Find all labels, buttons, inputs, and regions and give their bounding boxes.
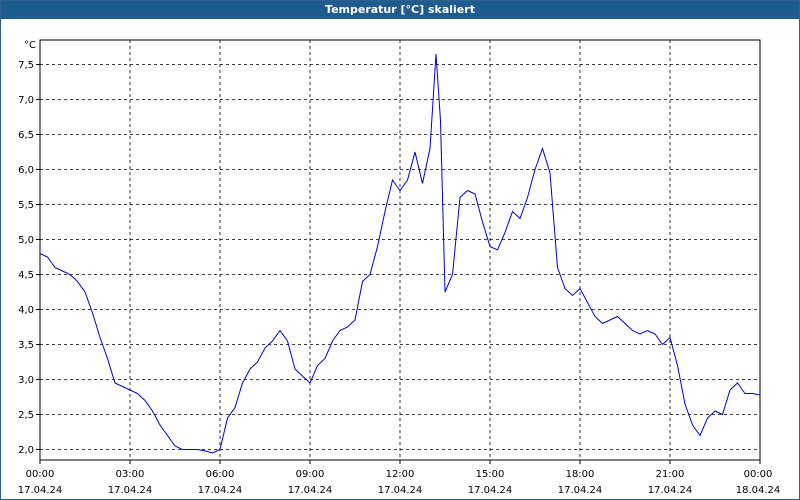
y-tick-label: 2,5 [18, 410, 34, 421]
x-tick-date-label: 17.04.24 [468, 485, 513, 496]
x-tick-date-label: 18.04.24 [736, 485, 781, 496]
x-tick-time-label: 18:00 [566, 469, 595, 480]
temperature-chart: °C 2,02,53,03,54,04,55,05,56,06,57,07,5 … [18, 39, 781, 496]
y-tick-label: 3,0 [18, 375, 34, 386]
y-tick-label: 6,0 [18, 165, 34, 176]
x-axis-ticks: 00:00 17.04.24 03:00 17.04.24 06:00 17.04.24 0… [18, 460, 781, 496]
x-tick-time-label: 12:00 [386, 469, 415, 480]
y-axis-ticks: 2,0 2,5 3,0 3,5 4,0 4,5 5,0 5,5 6,0 6,5 7,0 7,5 [18, 60, 40, 456]
y-tick-label: 3,5 [18, 340, 34, 351]
y-axis-unit-label: °C [24, 40, 36, 51]
x-tick-date-label: 17.04.24 [558, 485, 603, 496]
x-tick-date-label: 17.04.24 [648, 485, 693, 496]
x-tick-time-label: 09:00 [296, 469, 325, 480]
x-tick-time-label: 00:00 [26, 469, 55, 480]
x-tick-date-label: 17.04.24 [288, 485, 333, 496]
y-tick-label: 5,0 [18, 235, 34, 246]
x-tick-date-label: 17.04.24 [198, 485, 243, 496]
y-tick-label: 5,5 [18, 200, 34, 211]
y-tick-label: 4,0 [18, 305, 34, 316]
y-tick-label: 7,0 [18, 95, 34, 106]
x-tick-time-label: 21:00 [656, 469, 685, 480]
x-tick-time-label: 06:00 [206, 469, 235, 480]
y-tick-label: 2,0 [18, 445, 34, 456]
y-tick-label: 7,5 [18, 60, 34, 71]
y-tick-label: 6,5 [18, 130, 34, 141]
x-tick-time-label: 15:00 [476, 469, 505, 480]
x-tick-date-label: 17.04.24 [108, 485, 153, 496]
x-tick-time-label: 00:00 [744, 469, 773, 480]
x-tick-time-label: 03:00 [116, 469, 145, 480]
x-tick-date-label: 17.04.24 [18, 485, 63, 496]
y-tick-label: 4,5 [18, 270, 34, 281]
grid [40, 40, 760, 460]
x-tick-date-label: 17.04.24 [378, 485, 423, 496]
